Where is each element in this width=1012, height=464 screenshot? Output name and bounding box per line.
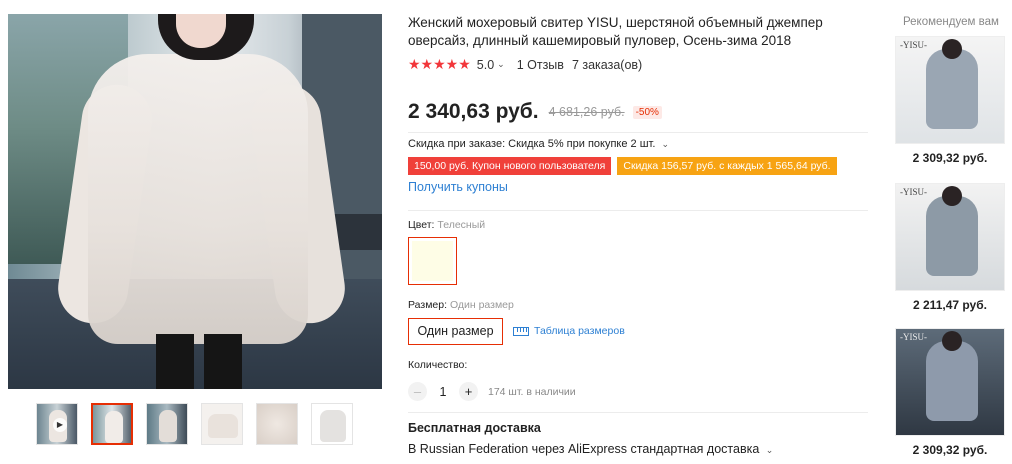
chevron-down-icon[interactable]: ⌄ — [497, 59, 505, 70]
size-option-button[interactable]: Один размер — [408, 318, 503, 345]
brand-logo: -YISU- — [900, 187, 927, 197]
model-left-leg — [156, 334, 194, 389]
recommended-item-image[interactable]: -YISU- — [895, 183, 1005, 291]
thumbnail-3[interactable] — [146, 403, 188, 445]
quantity-stepper: – 1 + 174 шт. в наличии — [408, 382, 576, 401]
swatch-fill — [412, 241, 453, 281]
current-price: 2 340,63 руб. — [408, 100, 539, 123]
price-row: 2 340,63 руб. 4 681,26 руб. -50% — [408, 100, 662, 124]
recommendations-title: Рекомендуем вам — [903, 16, 999, 28]
model-right-leg — [204, 334, 242, 389]
size-label-text: Размер: — [408, 299, 448, 311]
divider — [408, 132, 868, 133]
main-product-image[interactable] — [8, 14, 382, 389]
divider — [408, 412, 868, 413]
recommended-item-price: 2 309,32 руб. — [912, 443, 988, 457]
shipping-title: Бесплатная доставка — [408, 421, 541, 435]
stock-count: 174 шт. в наличии — [488, 385, 576, 398]
chevron-down-icon: ⌄ — [661, 139, 670, 149]
recommended-item[interactable]: -YISU- 2 309,32 руб. — [895, 328, 1005, 457]
discount-badge: -50% — [632, 105, 662, 119]
play-icon: ▶ — [53, 418, 67, 432]
ruler-icon — [513, 326, 529, 336]
shipping-method[interactable]: В Russian Federation через AliExpress ст… — [408, 442, 773, 456]
product-title: Женский мохеровый свитер YISU, шерстяной… — [408, 15, 823, 48]
thumbnail-5[interactable] — [256, 403, 298, 445]
model-head — [942, 186, 962, 206]
recommended-item[interactable]: -YISU- 2 309,32 руб. — [895, 36, 1005, 165]
shipping-method-text: В Russian Federation через AliExpress ст… — [408, 442, 760, 456]
color-swatch-flesh[interactable] — [408, 237, 457, 285]
decrease-button[interactable]: – — [408, 382, 427, 401]
sweater-body — [88, 54, 308, 344]
model-head — [942, 331, 962, 351]
coupon-list: 150,00 руб. Купон нового пользователя Ск… — [408, 157, 837, 175]
color-value: Телесный — [437, 219, 486, 231]
quantity-label: Количество: — [408, 359, 468, 371]
rating-value[interactable]: 5.0 — [477, 58, 494, 72]
old-price: 4 681,26 руб. — [548, 105, 625, 119]
rating-stars-icon: ★★★★★ — [408, 56, 471, 72]
chevron-down-icon: ⌄ — [765, 445, 774, 455]
store-promo[interactable]: Скидка при заказе: Скидка 5% при покупке… — [408, 138, 669, 150]
size-table-text: Таблица размеров — [534, 325, 625, 337]
new-user-coupon[interactable]: 150,00 руб. Купон нового пользователя — [408, 157, 612, 175]
store-discount-coupon[interactable]: Скидка 156,57 руб. с каждых 1 565,64 руб… — [617, 157, 837, 175]
size-value: Один размер — [449, 299, 514, 311]
get-coupons-link[interactable]: Получить купоны — [408, 180, 508, 194]
model-head — [942, 39, 962, 59]
rating-row: ★★★★★ 5.0 ⌄ 1 Отзыв 7 заказа(ов) — [408, 56, 642, 73]
thumbnail-video[interactable]: ▶ — [36, 403, 78, 445]
divider — [408, 210, 868, 211]
orders-count: 7 заказа(ов) — [571, 57, 643, 72]
store-promo-text: Скидка при заказе: Скидка 5% при покупке… — [408, 138, 656, 150]
recommended-item-price: 2 309,32 руб. — [912, 151, 988, 165]
thumbnail-2[interactable] — [91, 403, 133, 445]
increase-button[interactable]: + — [459, 382, 478, 401]
size-label: Размер: Один размер — [408, 299, 514, 311]
thumbnail-strip: ▶ — [36, 403, 353, 445]
quantity-input[interactable]: 1 — [427, 385, 459, 399]
thumbnail-6[interactable] — [311, 403, 353, 445]
size-table-link[interactable]: Таблица размеров — [513, 325, 625, 337]
recommended-item-image[interactable]: -YISU- — [895, 328, 1005, 436]
recommended-item-price: 2 211,47 руб. — [913, 298, 987, 312]
recommended-item-image[interactable]: -YISU- — [895, 36, 1005, 144]
color-label: Цвет: Телесный — [408, 219, 485, 231]
color-label-text: Цвет: — [408, 219, 435, 231]
brand-logo: -YISU- — [900, 332, 927, 342]
brand-logo: -YISU- — [900, 40, 927, 50]
thumbnail-4[interactable] — [201, 403, 243, 445]
reviews-link[interactable]: 1 Отзыв — [517, 58, 564, 72]
recommended-item[interactable]: -YISU- 2 211,47 руб. — [895, 183, 1005, 312]
